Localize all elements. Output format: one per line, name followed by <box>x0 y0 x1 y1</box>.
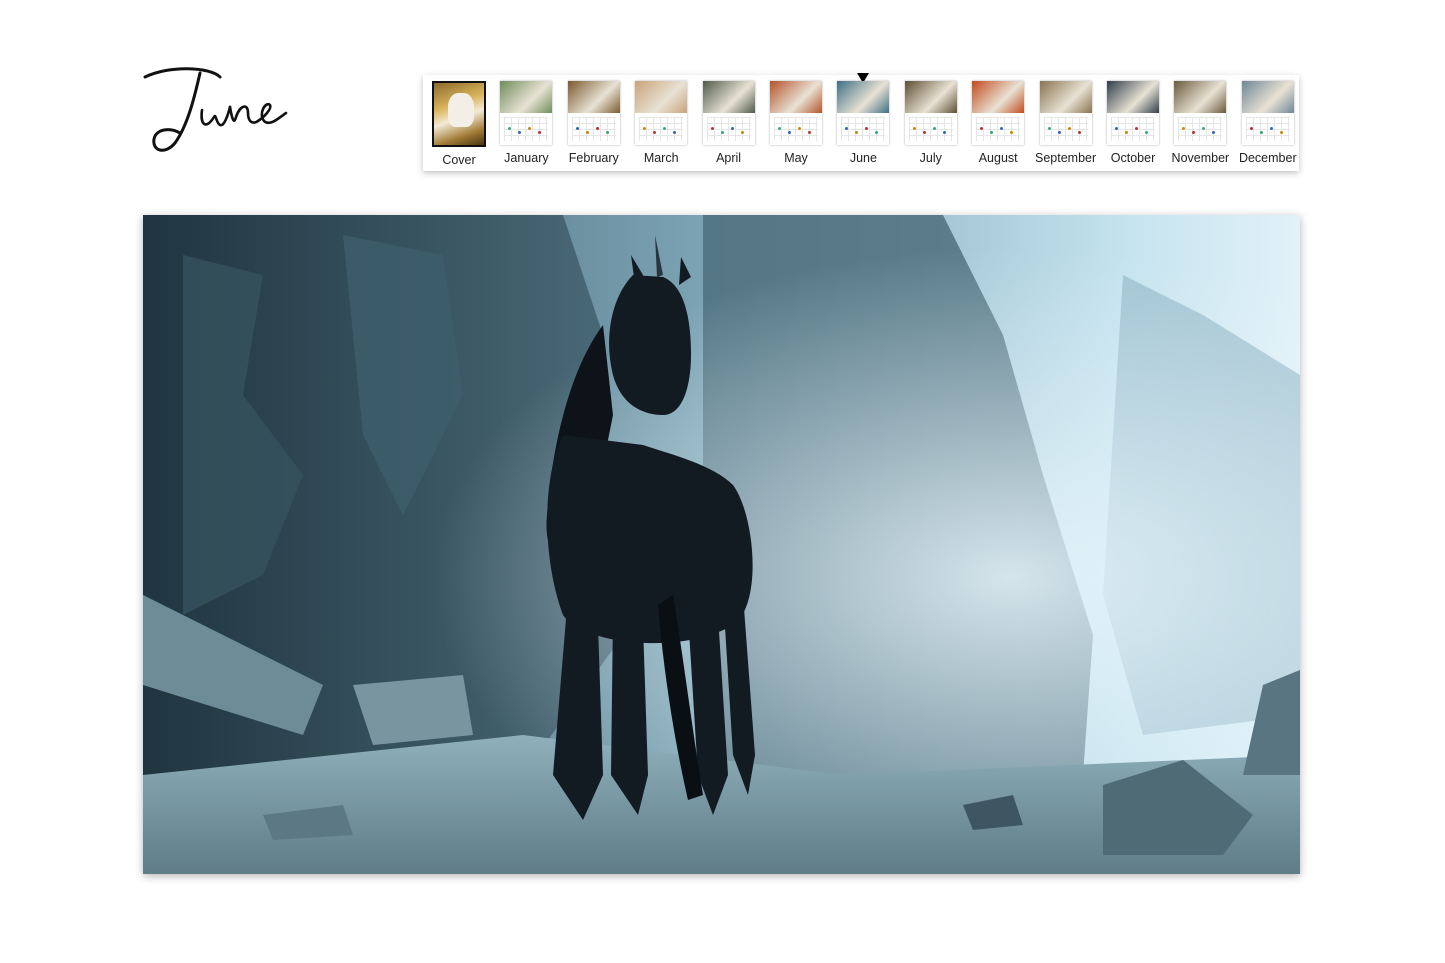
thumbnail-label: December <box>1238 151 1297 165</box>
calendar-page-thumbnail <box>904 81 957 145</box>
thumbnail-december[interactable]: December <box>1237 81 1299 171</box>
hero-image-black-unicorn <box>143 215 1300 874</box>
calendar-page-thumbnail <box>500 81 553 145</box>
calendar-page-thumbnail <box>1107 81 1159 145</box>
calendar-page-thumbnail <box>1241 81 1294 145</box>
cover-thumbnail-image <box>432 81 486 147</box>
calendar-page-thumbnail <box>837 81 890 145</box>
calendar-page-thumbnail <box>972 81 1025 145</box>
month-title-script <box>140 55 320 165</box>
month-thumbnail-strip: Cover January February March April May June Jul… <box>423 73 1299 171</box>
calendar-page-thumbnail <box>702 81 755 145</box>
calendar-page-thumbnail <box>1039 81 1092 145</box>
month-title-lettering <box>143 67 288 152</box>
hero-illustration <box>143 215 1300 874</box>
calendar-page-thumbnail <box>1174 81 1227 145</box>
calendar-page-thumbnail <box>567 81 620 145</box>
calendar-page-thumbnail <box>635 81 688 145</box>
calendar-page-thumbnail <box>770 81 822 145</box>
